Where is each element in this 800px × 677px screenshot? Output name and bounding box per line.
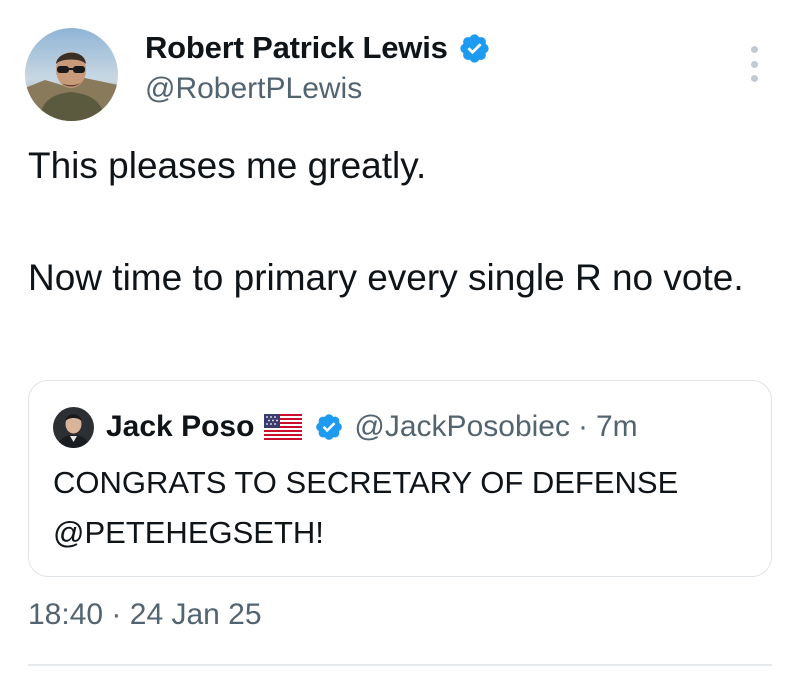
more-vertical-icon[interactable]	[744, 46, 764, 82]
more-dot	[750, 46, 758, 53]
quoted-author-avatar	[53, 406, 94, 448]
timestamp-time[interactable]: 18:40	[28, 598, 103, 631]
author-avatar[interactable]	[25, 28, 118, 121]
quoted-separator: ·	[577, 410, 588, 443]
author-handle[interactable]: @RobertPLewis	[145, 72, 362, 106]
timestamp-date[interactable]: 24 Jan 25	[130, 598, 262, 631]
quoted-author-name: Jack Poso	[106, 410, 255, 443]
us-flag-icon	[264, 414, 303, 440]
verified-badge-icon[interactable]	[458, 32, 491, 65]
author-display-name[interactable]: Robert Patrick Lewis	[145, 30, 448, 66]
timestamp-separator: ·	[111, 598, 122, 631]
tweet-text: This pleases me greatly. Now time to pri…	[28, 138, 768, 306]
tweet-timestamp[interactable]: 18:40 · 24 Jan 25	[28, 598, 262, 632]
quoted-author-handle: @JackPosobiec	[354, 410, 570, 443]
verified-badge-icon	[314, 412, 344, 442]
quoted-relative-time: 7m	[595, 410, 638, 443]
tweet-text-line: Now time to primary every single R no vo…	[28, 257, 744, 298]
more-dot	[750, 75, 758, 82]
quoted-tweet[interactable]: Jack Poso @JackPosobiec · 7m CONGRATS TO…	[28, 380, 772, 577]
author-name-row[interactable]: Robert Patrick Lewis	[145, 28, 491, 68]
more-dot	[750, 60, 758, 68]
tweet-card[interactable]: Robert Patrick Lewis @RobertPLewis This …	[0, 0, 800, 677]
quoted-tweet-header: Jack Poso @JackPosobiec · 7m	[53, 406, 638, 448]
quoted-tweet-text: CONGRATS TO SECRETARY OF DEFENSE @PETEHE…	[53, 465, 679, 550]
divider	[28, 664, 772, 666]
tweet-text-line: This pleases me greatly.	[28, 145, 427, 186]
